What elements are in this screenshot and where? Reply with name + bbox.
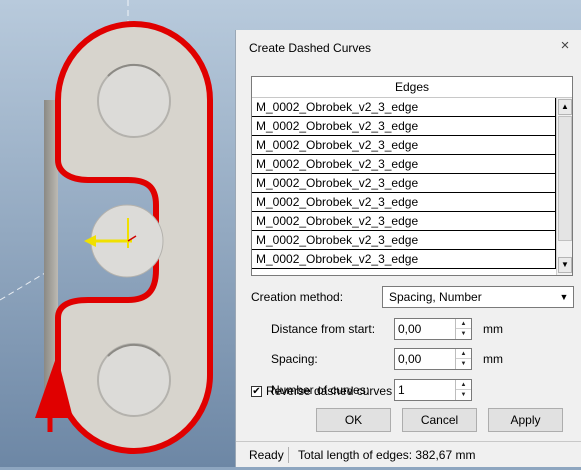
ok-button[interactable]: OK — [316, 408, 391, 432]
create-dashed-curves-dialog: Create Dashed Curves × Edges M_0002_Obro… — [235, 30, 581, 467]
distance-stepper[interactable]: 0,00 ▲ ▼ — [394, 318, 472, 340]
increment-icon[interactable]: ▲ — [456, 380, 471, 390]
number-of-curves-input[interactable]: 1 — [398, 380, 405, 400]
edges-column-header: Edges — [252, 77, 572, 98]
distance-label: Distance from start: — [271, 322, 376, 336]
distance-input[interactable]: 0,00 — [398, 319, 421, 339]
creation-method-value: Spacing, Number — [389, 290, 482, 304]
number-of-curves-stepper[interactable]: 1 ▲ ▼ — [394, 379, 472, 401]
increment-icon[interactable]: ▲ — [456, 319, 471, 329]
dialog-title: Create Dashed Curves — [249, 41, 372, 55]
spacing-input[interactable]: 0,00 — [398, 349, 421, 369]
close-icon[interactable]: × — [557, 38, 573, 54]
decrement-icon[interactable]: ▼ — [456, 329, 471, 339]
distance-spin-buttons: ▲ ▼ — [455, 319, 471, 339]
decrement-icon[interactable]: ▼ — [456, 390, 471, 400]
apply-button[interactable]: Apply — [488, 408, 563, 432]
list-item[interactable]: M_0002_Obrobek_v2_3_edge — [252, 250, 556, 269]
spacing-unit: mm — [483, 352, 503, 366]
list-item[interactable]: M_0002_Obrobek_v2_3_edge — [252, 117, 556, 136]
cancel-button[interactable]: Cancel — [402, 408, 477, 432]
list-item[interactable]: M_0002_Obrobek_v2_3_edge — [252, 155, 556, 174]
list-item[interactable]: M_0002_Obrobek_v2_3_edge — [252, 193, 556, 212]
scroll-thumb[interactable] — [558, 116, 572, 241]
increment-icon[interactable]: ▲ — [456, 349, 471, 359]
list-item[interactable]: M_0002_Obrobek_v2_3_edge — [252, 212, 556, 231]
scroll-up-icon[interactable]: ▲ — [558, 99, 572, 115]
distance-unit: mm — [483, 322, 503, 336]
chevron-down-icon[interactable]: ▼ — [555, 287, 573, 307]
list-item[interactable]: M_0002_Obrobek_v2_3_edge — [252, 98, 556, 117]
edges-list-body: M_0002_Obrobek_v2_3_edge M_0002_Obrobek_… — [252, 98, 556, 275]
list-item[interactable]: M_0002_Obrobek_v2_3_edge — [252, 174, 556, 193]
edges-scrollbar[interactable]: ▲ ▼ — [556, 98, 572, 275]
list-item[interactable]: M_0002_Obrobek_v2_3_edge — [252, 231, 556, 250]
status-total-length: Total length of edges: 382,67 mm — [298, 448, 476, 462]
scroll-down-icon[interactable]: ▼ — [558, 257, 572, 273]
check-icon[interactable]: ✔ — [251, 385, 262, 397]
list-item[interactable]: M_0002_Obrobek_v2_3_edge — [252, 136, 556, 155]
reverse-dashed-curves-checkbox[interactable]: ✔ Reverse dashed curves — [251, 384, 392, 398]
spacing-stepper[interactable]: 0,00 ▲ ▼ — [394, 348, 472, 370]
status-divider — [288, 447, 289, 463]
status-bar: Ready Total length of edges: 382,67 mm — [236, 441, 581, 467]
spacing-label: Spacing: — [271, 352, 318, 366]
creation-method-select[interactable]: Spacing, Number ▼ — [382, 286, 574, 308]
spacing-spin-buttons: ▲ ▼ — [455, 349, 471, 369]
number-spin-buttons: ▲ ▼ — [455, 380, 471, 400]
edges-list[interactable]: Edges M_0002_Obrobek_v2_3_edge M_0002_Ob… — [251, 76, 573, 276]
status-ready: Ready — [249, 448, 284, 462]
reverse-dashed-curves-label: Reverse dashed curves — [266, 384, 393, 398]
decrement-icon[interactable]: ▼ — [456, 359, 471, 369]
creation-method-label: Creation method: — [251, 290, 344, 304]
